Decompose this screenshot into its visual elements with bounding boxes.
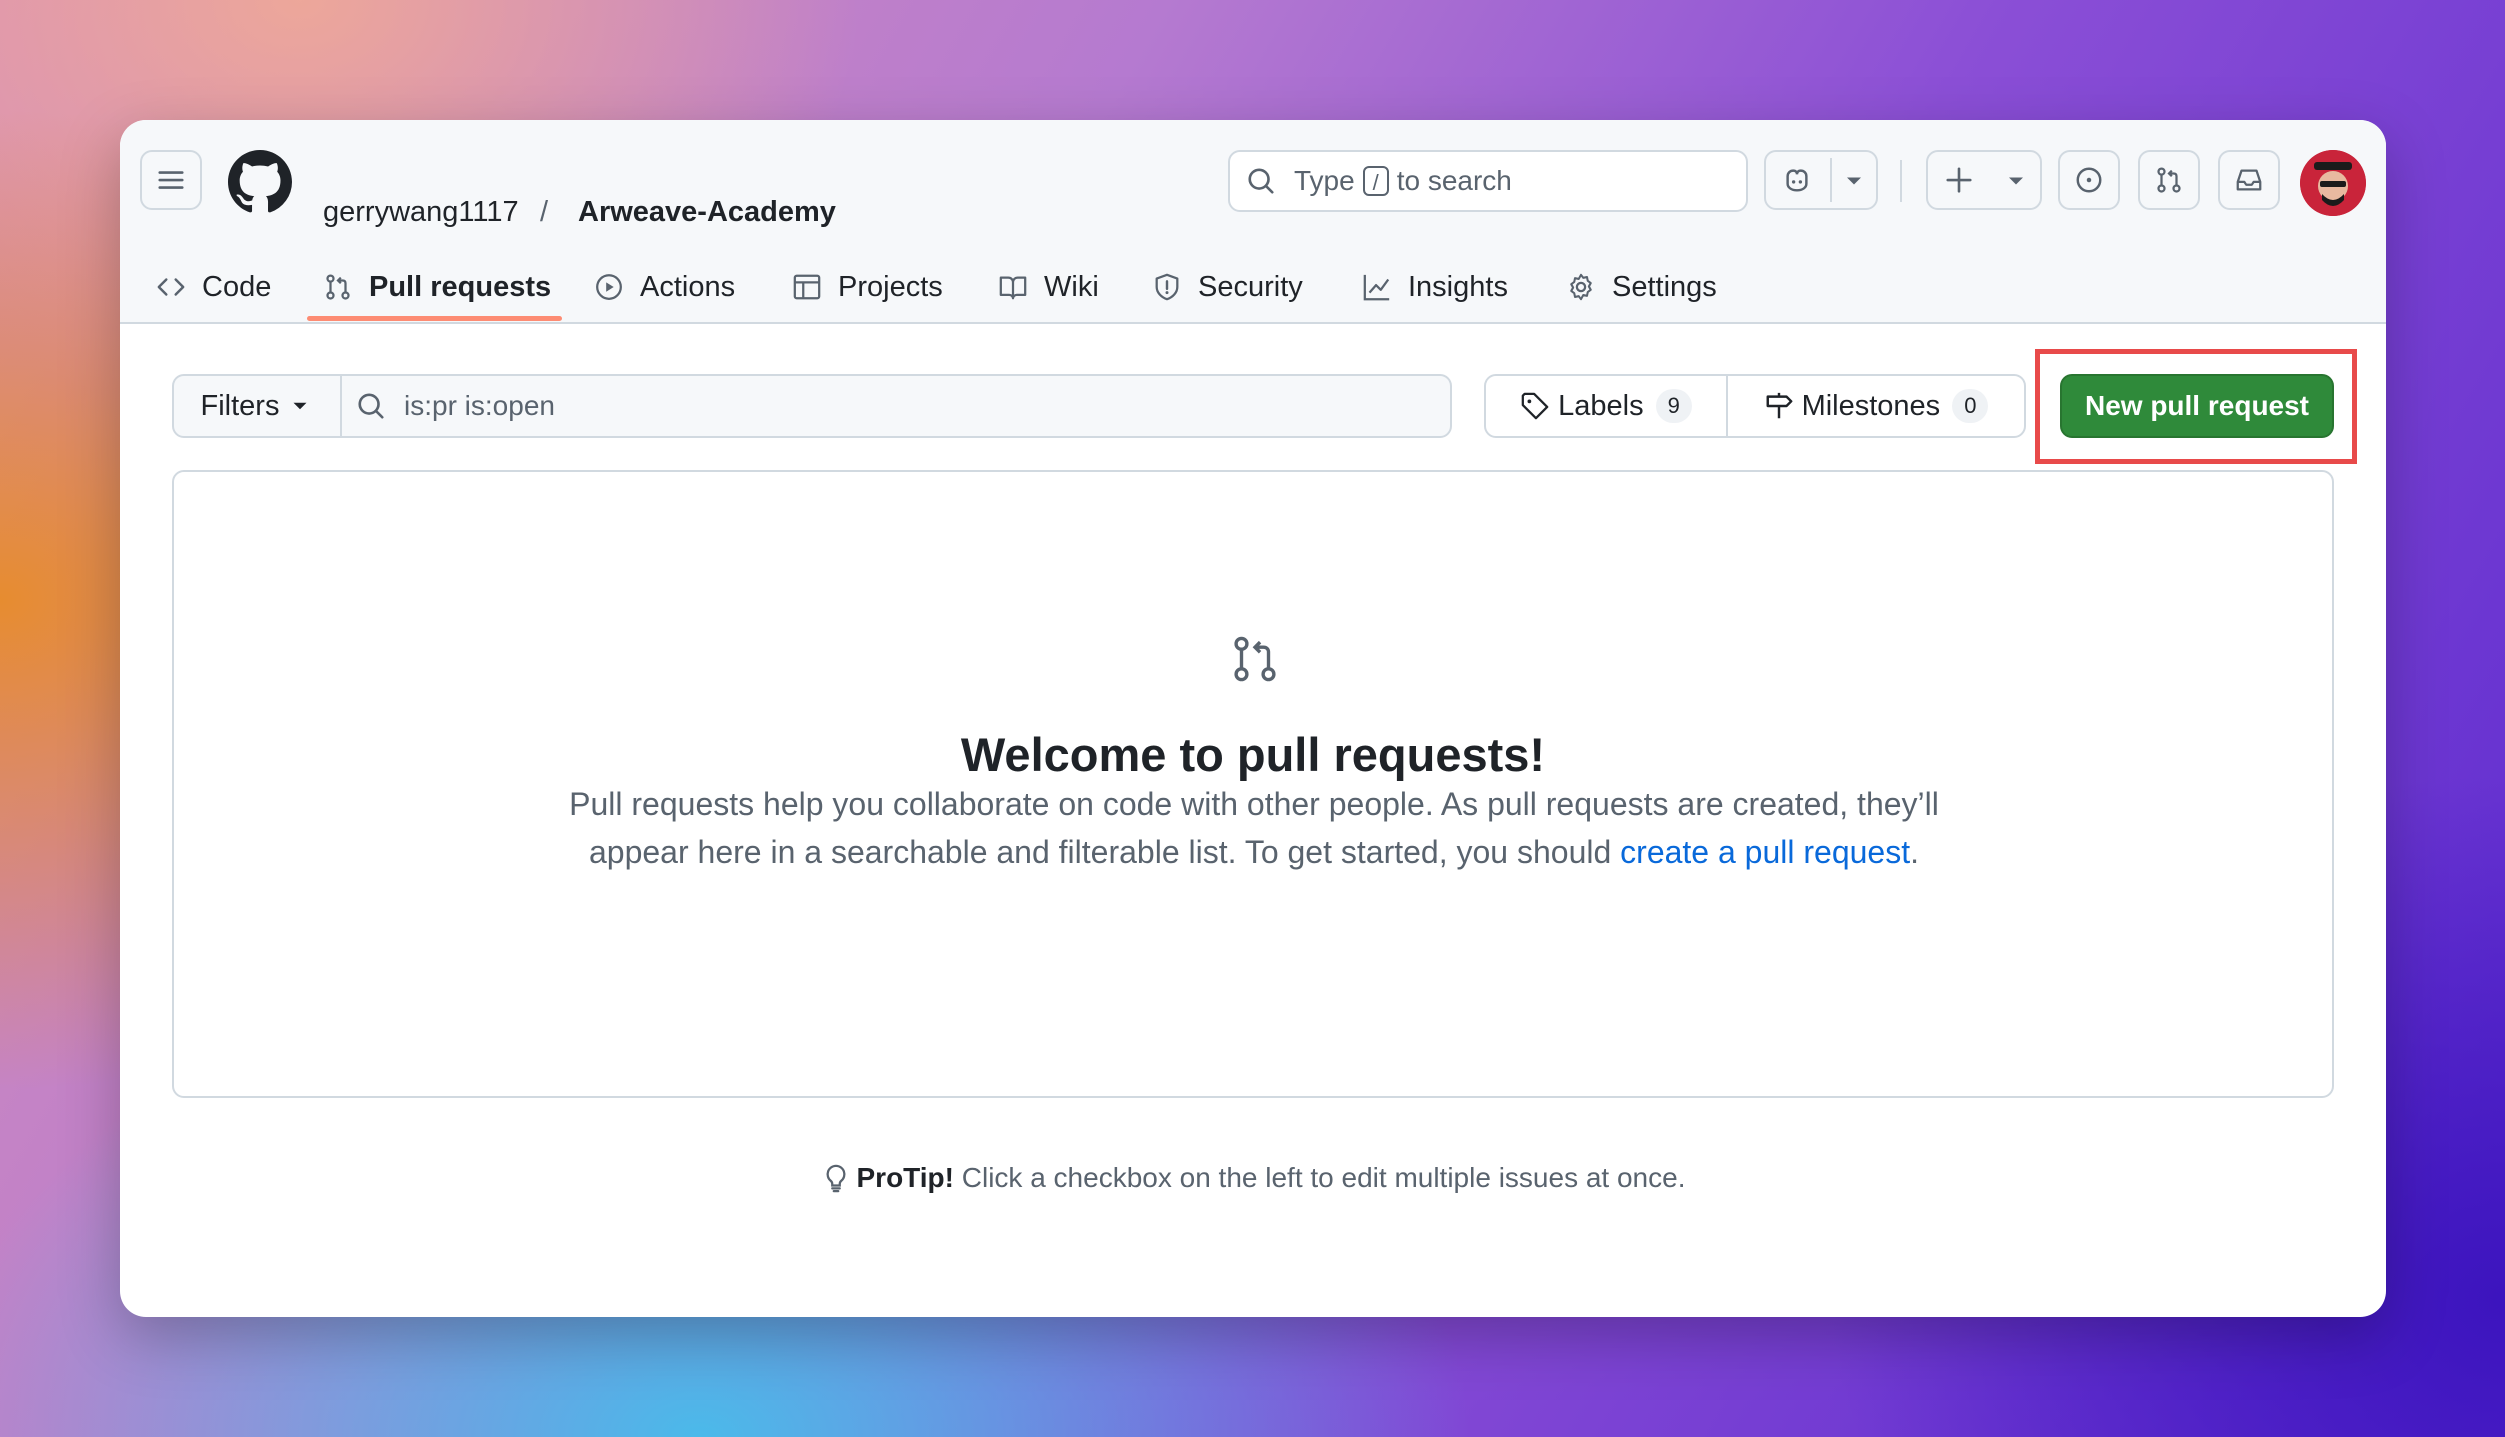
tab-insights[interactable]: Insights	[1362, 252, 1508, 322]
book-icon	[999, 276, 1027, 300]
milestones-count: 0	[1952, 389, 1989, 423]
labels-button[interactable]: Labels 9	[1484, 374, 1728, 438]
tab-label: Pull requests	[369, 270, 552, 303]
browser-window: gerrywang1117 / Arweave-Academy Type / t…	[120, 120, 2386, 1317]
tab-projects[interactable]: Projects	[792, 252, 943, 322]
chevron-down-icon	[2009, 177, 2023, 185]
tab-label: Settings	[1612, 270, 1717, 303]
search-query: is:pr is:open	[404, 390, 555, 421]
filters-dropdown-button[interactable]: Filters	[172, 374, 342, 438]
protip-text: Click a checkbox on the left to edit mul…	[953, 1162, 1686, 1193]
tab-label: Security	[1198, 270, 1303, 303]
search-prefix: Type	[1294, 165, 1355, 196]
tab-label: Insights	[1408, 270, 1508, 303]
protip-label: ProTip!	[856, 1162, 954, 1193]
tab-wiki[interactable]: Wiki	[998, 252, 1099, 322]
empty-state-period: .	[1910, 834, 1919, 870]
labels-label: Labels	[1558, 389, 1644, 422]
global-search-input[interactable]: Type / to search	[1228, 150, 1748, 212]
table-icon	[793, 274, 821, 300]
search-shortcut-key: /	[1362, 166, 1389, 196]
copilot-button[interactable]	[1764, 150, 1878, 210]
graph-icon	[1363, 274, 1390, 301]
issue-opened-icon	[2076, 167, 2102, 193]
menu-button[interactable]	[140, 150, 202, 210]
git-pull-request-icon	[326, 274, 350, 300]
milestones-button[interactable]: Milestones 0	[1726, 374, 2026, 438]
user-avatar[interactable]	[2300, 150, 2366, 216]
annotation-highlight-box	[2035, 349, 2357, 464]
tab-pull-requests[interactable]: Pull requests	[323, 252, 551, 322]
github-logo-icon[interactable]	[228, 150, 292, 214]
search-icon	[358, 393, 384, 419]
git-pull-request-icon	[1234, 636, 1276, 682]
header-divider	[1900, 160, 1902, 202]
tab-label: Code	[202, 270, 272, 303]
chevron-down-icon	[1847, 177, 1861, 185]
empty-state-panel: Welcome to pull requests! Pull requests …	[172, 470, 2334, 1098]
search-icon	[1248, 168, 1274, 194]
inbox-icon	[2236, 169, 2262, 191]
tab-label: Actions	[640, 270, 736, 303]
tab-code[interactable]: Code	[156, 252, 271, 322]
plus-icon	[1946, 167, 1972, 193]
pull-requests-button[interactable]	[2138, 150, 2200, 210]
tab-security[interactable]: Security	[1152, 252, 1303, 322]
triangle-down-icon	[293, 402, 307, 410]
tab-label: Projects	[838, 270, 943, 303]
tab-label: Wiki	[1044, 270, 1099, 303]
hamburger-icon	[158, 171, 184, 189]
repo-tabs: Code Pull requests Actions Projects Wiki…	[120, 252, 2386, 322]
tab-settings[interactable]: Settings	[1566, 252, 1717, 322]
light-bulb-icon	[826, 1164, 845, 1193]
create-new-button[interactable]	[1926, 150, 2042, 210]
filter-bar: Filters is:pr is:open	[172, 374, 1452, 438]
repo-name-link[interactable]: Arweave-Academy	[578, 182, 836, 242]
milestones-label: Milestones	[1801, 389, 1941, 422]
avatar-image	[2300, 150, 2366, 216]
search-suffix: to search	[1396, 165, 1512, 196]
active-tab-underline	[307, 316, 562, 321]
repo-owner-link[interactable]: gerrywang1117	[323, 182, 519, 242]
protip: ProTip! Click a checkbox on the left to …	[120, 1162, 2386, 1194]
filters-label: Filters	[200, 389, 280, 422]
breadcrumb-separator: /	[540, 196, 549, 228]
copilot-icon	[1786, 169, 1808, 192]
create-pull-request-link[interactable]: create a pull request	[1620, 834, 1910, 870]
gear-icon	[1570, 273, 1592, 301]
milestone-icon	[1766, 392, 1792, 419]
git-pull-request-icon	[2157, 167, 2181, 193]
repo-header: gerrywang1117 / Arweave-Academy Type / t…	[120, 120, 2386, 324]
tag-icon	[1521, 392, 1549, 420]
empty-state-description: Pull requests help you collaborate on co…	[564, 780, 1944, 876]
tab-actions[interactable]: Actions	[594, 252, 735, 322]
play-icon	[596, 274, 622, 300]
inbox-button[interactable]	[2218, 150, 2280, 210]
shield-icon	[1155, 273, 1179, 301]
pr-search-input[interactable]: is:pr is:open	[340, 374, 1452, 438]
labels-count: 9	[1655, 389, 1692, 423]
empty-state-title: Welcome to pull requests!	[960, 728, 1546, 781]
code-icon	[157, 278, 185, 296]
issues-button[interactable]	[2058, 150, 2120, 210]
